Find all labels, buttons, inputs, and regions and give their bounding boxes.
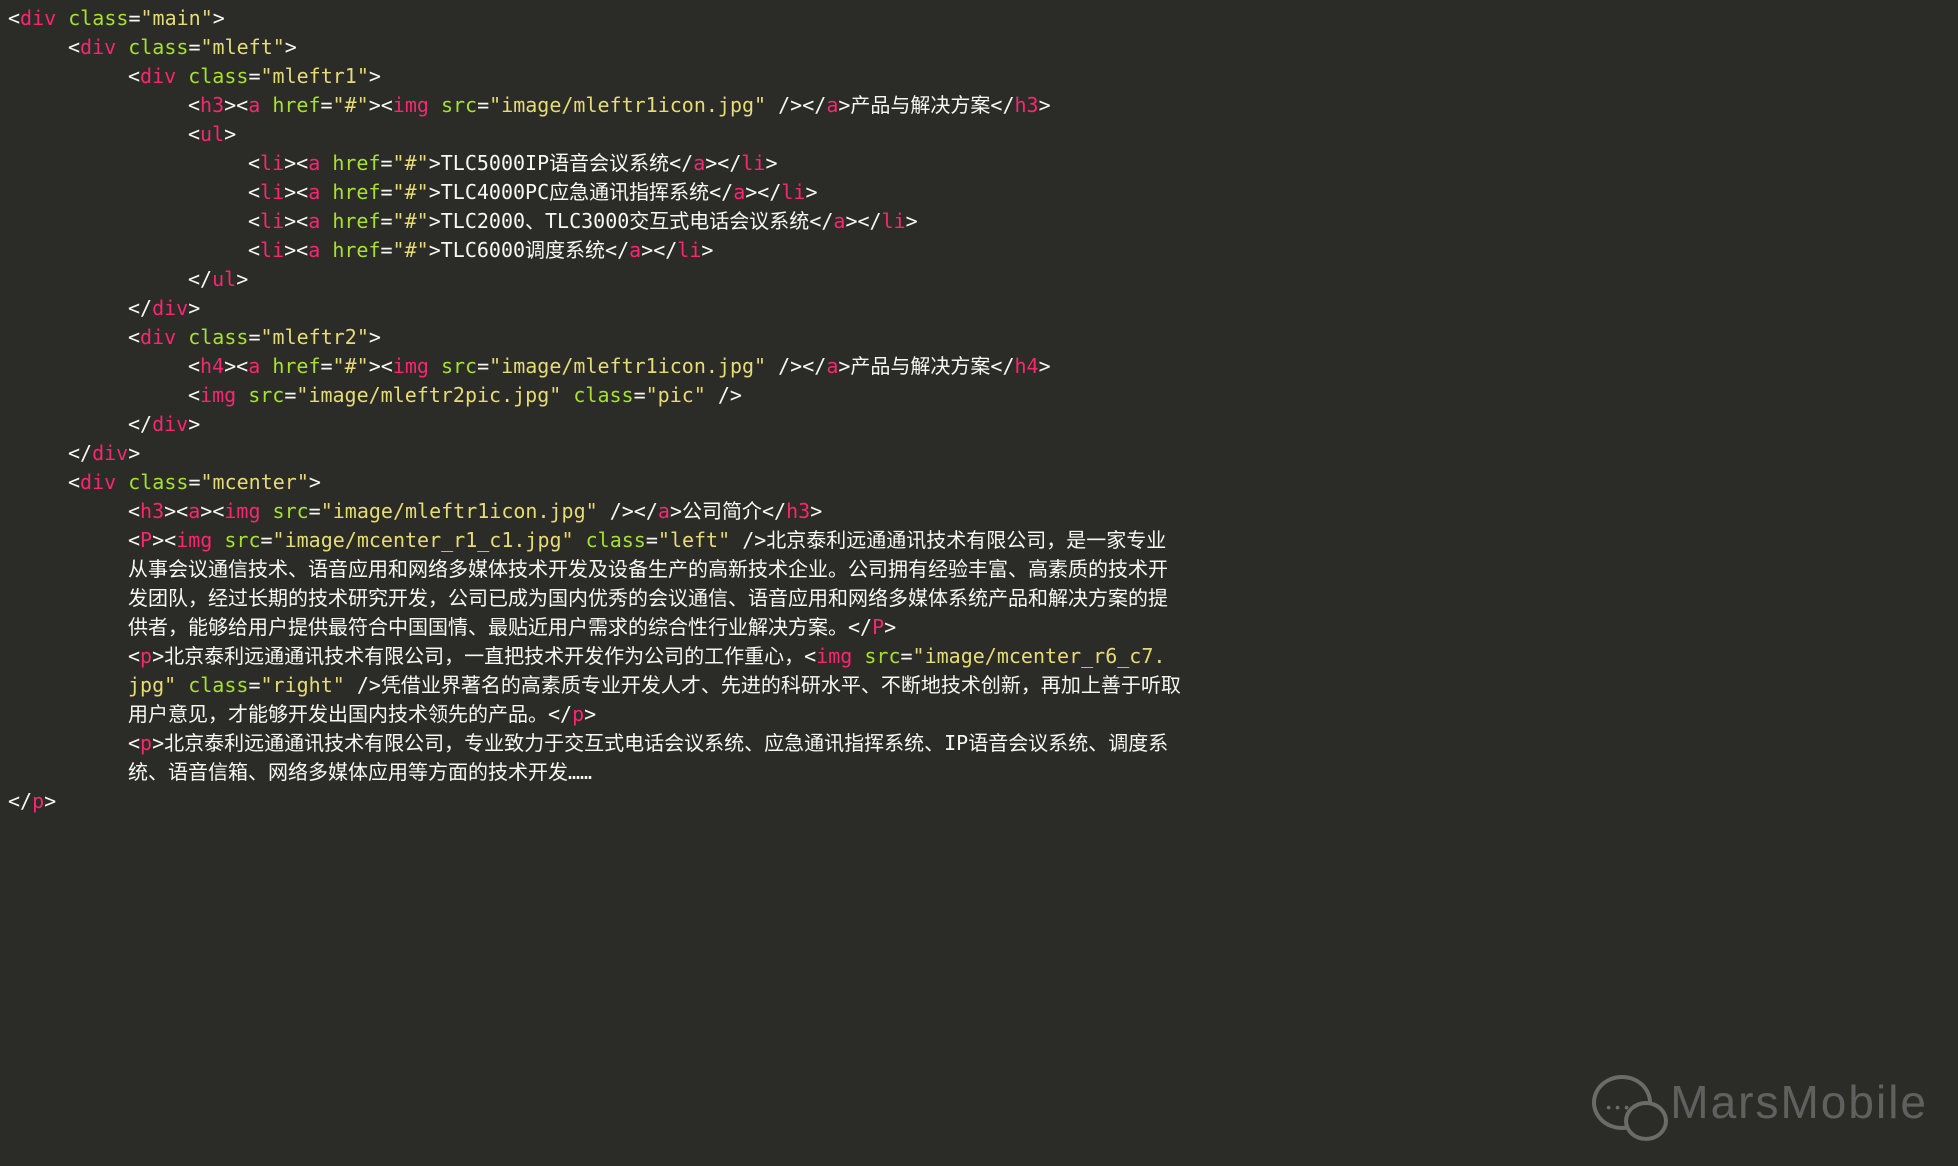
line-li-3: <li><a href="#">TLC6000调度系统</a></li> [8, 236, 1950, 265]
line-li-1: <li><a href="#">TLC4000PC应急通讯指挥系统</a></l… [8, 178, 1950, 207]
line-mleftr2-open: <div class="mleftr2"> [8, 323, 1950, 352]
line-h4: <h4><a href="#"><img src="image/mleftr1i… [8, 352, 1950, 381]
line-h3: <h3><a href="#"><img src="image/mleftr1i… [8, 91, 1950, 120]
line-p2-b: jpg" class="right" />凭借业界著名的高素质专业开发人才、先进… [8, 671, 1950, 700]
line-ul-open: <ul> [8, 120, 1950, 149]
line-mleftr2-close: </div> [8, 410, 1950, 439]
line-p1-b: 从事会议通信技术、语音应用和网络多媒体技术开发及设备生产的高新技术企业。公司拥有… [8, 555, 1950, 584]
line-mcenter-open: <div class="mcenter"> [8, 468, 1950, 497]
line-mleftr1-close: </div> [8, 294, 1950, 323]
line-li-0: <li><a href="#">TLC5000IP语音会议系统</a></li> [8, 149, 1950, 178]
line-ul-close: </ul> [8, 265, 1950, 294]
line-p1-d: 供者，能够给用户提供最符合中国国情、最贴近用户需求的综合性行业解决方案。</P> [8, 613, 1950, 642]
line-h3-center: <h3><a><img src="image/mleftr1icon.jpg" … [8, 497, 1950, 526]
line-mleftr2-img: <img src="image/mleftr2pic.jpg" class="p… [8, 381, 1950, 410]
line-li-2: <li><a href="#">TLC2000、TLC3000交互式电话会议系统… [8, 207, 1950, 236]
wechat-icon: ••• [1592, 1075, 1652, 1130]
code-viewer: <div class="main"> <div class="mleft"> <… [8, 4, 1950, 816]
watermark-text: MarsMobile [1670, 1069, 1928, 1136]
line-main-open: <div class="main"> [8, 4, 1950, 33]
line-mleft-close: </div> [8, 439, 1950, 468]
line-p1-a: <P><img src="image/mcenter_r1_c1.jpg" cl… [8, 526, 1950, 555]
line-mleftr1-open: <div class="mleftr1"> [8, 62, 1950, 91]
line-p2-c: 用户意见，才能够开发出国内技术领先的产品。</p> [8, 700, 1950, 729]
line-p2-a: <p>北京泰利远通通讯技术有限公司，一直把技术开发作为公司的工作重心，<img … [8, 642, 1950, 671]
line-final-close: </p> [8, 787, 1950, 816]
watermark: ••• MarsMobile [1592, 1069, 1928, 1136]
line-p3-a: <p>北京泰利远通通讯技术有限公司，专业致力于交互式电话会议系统、应急通讯指挥系… [8, 729, 1950, 758]
line-mleft-open: <div class="mleft"> [8, 33, 1950, 62]
line-p3-b: 统、语音信箱、网络多媒体应用等方面的技术开发…… [8, 758, 1950, 787]
line-p1-c: 发团队，经过长期的技术研究开发，公司已成为国内优秀的会议通信、语音应用和网络多媒… [8, 584, 1950, 613]
